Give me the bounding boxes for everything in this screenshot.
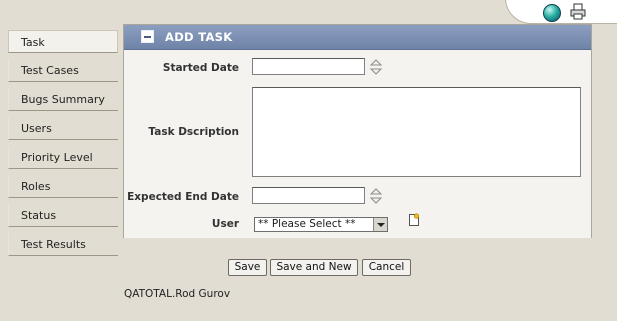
sidebar-item-label: Test Results <box>21 238 86 251</box>
task-description-label: Task Dscription <box>148 126 239 138</box>
sidebar-item-test-results[interactable]: Test Results <box>8 233 118 256</box>
sidebar-item-priority-level[interactable]: Priority Level <box>8 146 118 169</box>
expected-end-date-input[interactable] <box>252 187 365 204</box>
globe-icon[interactable] <box>543 4 561 22</box>
collapse-icon[interactable] <box>141 30 154 43</box>
save-and-new-button[interactable]: Save and New <box>270 259 358 276</box>
user-select[interactable]: ** Please Select ** <box>254 217 388 232</box>
panel-title: ADD TASK <box>165 30 233 44</box>
sidebar-item-status[interactable]: Status <box>8 204 118 227</box>
printer-icon[interactable] <box>570 3 586 21</box>
sidebar-item-task[interactable]: Task <box>8 30 118 53</box>
started-date-input[interactable] <box>252 58 365 75</box>
sidebar-item-users[interactable]: Users <box>8 117 118 140</box>
sidebar-nav: Task Test Cases Bugs Summary Users Prior… <box>8 30 118 262</box>
sidebar-item-label: Users <box>21 122 52 135</box>
user-select-value: ** Please Select ** <box>258 218 356 230</box>
header-tab <box>505 0 617 24</box>
panel-body: Started Date Task Dscription Expected En… <box>124 50 591 238</box>
user-label: User <box>211 218 239 230</box>
sidebar-item-test-cases[interactable]: Test Cases <box>8 59 118 82</box>
sidebar-item-roles[interactable]: Roles <box>8 175 118 198</box>
started-date-label: Started Date <box>162 62 239 74</box>
expected-end-date-spinner-icon[interactable] <box>370 187 382 205</box>
new-document-icon[interactable] <box>408 213 420 227</box>
current-user-text: QATOTAL.Rod Gurov <box>124 288 231 300</box>
save-button[interactable]: Save <box>228 259 267 276</box>
sidebar-item-label: Status <box>21 209 57 222</box>
cancel-button[interactable]: Cancel <box>362 259 411 276</box>
sidebar-item-bugs-summary[interactable]: Bugs Summary <box>8 88 118 111</box>
sidebar-item-label: Roles <box>21 180 51 193</box>
task-description-textarea[interactable] <box>252 87 581 177</box>
sidebar-item-label: Task <box>21 36 45 49</box>
add-task-panel: ADD TASK Started Date Task Dscription Ex… <box>123 24 592 238</box>
sidebar-item-label: Test Cases <box>21 64 79 77</box>
sidebar-item-label: Priority Level <box>21 151 93 164</box>
panel-header: ADD TASK <box>124 25 591 50</box>
chevron-down-icon[interactable] <box>373 218 387 231</box>
expected-end-date-label: Expected End Date <box>127 191 239 203</box>
started-date-spinner-icon[interactable] <box>370 58 382 76</box>
sidebar-item-label: Bugs Summary <box>21 93 105 106</box>
